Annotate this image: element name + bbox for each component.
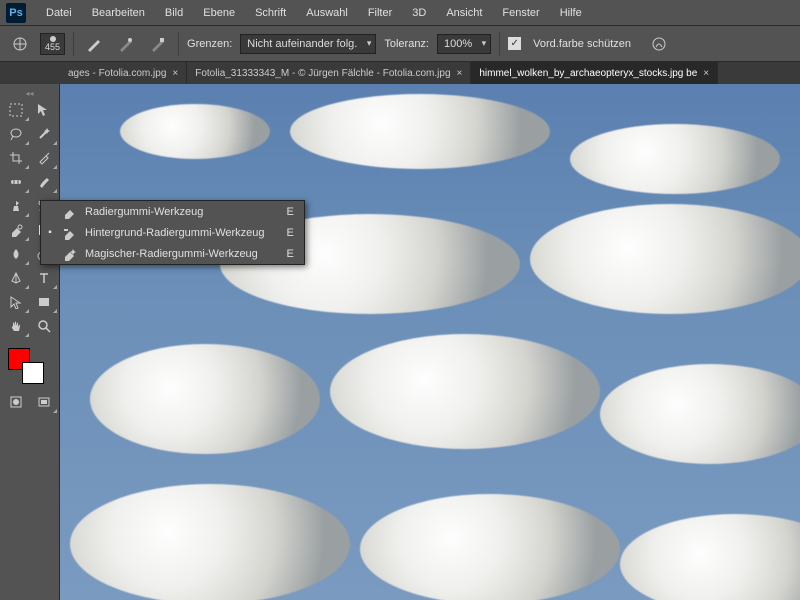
zoom-tool[interactable] — [30, 314, 58, 338]
flyout-label: Hintergrund-Radiergummi-Werkzeug — [85, 227, 265, 239]
magic-wand-tool[interactable] — [30, 122, 58, 146]
tab-label: Fotolia_31333343_M - © Jürgen Fälchle - … — [195, 68, 450, 79]
brush-size-value: 455 — [45, 42, 60, 52]
document-tab[interactable]: Fotolia_31333343_M - © Jürgen Fälchle - … — [187, 62, 471, 84]
sampling-once-icon[interactable] — [114, 32, 138, 56]
tab-label: himmel_wolken_by_archaeopteryx_stocks.jp… — [479, 68, 697, 79]
flyout-item-bg-eraser[interactable]: ▪ Hintergrund-Radiergummi-Werkzeug E — [41, 222, 304, 243]
menu-ebene[interactable]: Ebene — [193, 0, 245, 25]
quickmask-tool[interactable] — [2, 390, 30, 414]
marquee-tool[interactable] — [2, 98, 30, 122]
clone-stamp-tool[interactable] — [2, 194, 30, 218]
flyout-item-magic-eraser[interactable]: Magischer-Radiergummi-Werkzeug E — [41, 243, 304, 264]
workspace: ◂◂ — [0, 84, 800, 600]
separator — [73, 32, 74, 56]
menu-fenster[interactable]: Fenster — [492, 0, 549, 25]
flyout-label: Radiergummi-Werkzeug — [85, 206, 265, 218]
menu-bild[interactable]: Bild — [155, 0, 193, 25]
document-tab-bar: ages - Fotolia.com.jpg × Fotolia_3133334… — [0, 62, 800, 84]
move-tool[interactable] — [30, 98, 58, 122]
toleranz-label: Toleranz: — [384, 38, 429, 50]
close-icon[interactable]: × — [172, 68, 178, 79]
toolbox: ◂◂ — [0, 84, 60, 600]
type-tool[interactable] — [30, 266, 58, 290]
eraser-icon — [61, 205, 77, 219]
flyout-shortcut: E — [287, 227, 294, 239]
menu-datei[interactable]: Datei — [36, 0, 82, 25]
background-swatch[interactable] — [22, 362, 44, 384]
magic-eraser-icon — [61, 247, 77, 261]
brush-size-picker[interactable]: 455 — [40, 33, 65, 55]
toleranz-dropdown[interactable]: 100% — [437, 34, 491, 54]
menu-bar: Ps Datei Bearbeiten Bild Ebene Schrift A… — [0, 0, 800, 26]
flyout-label: Magischer-Radiergummi-Werkzeug — [85, 248, 265, 260]
tab-label: ages - Fotolia.com.jpg — [68, 68, 166, 79]
eraser-tool-flyout: Radiergummi-Werkzeug E ▪ Hintergrund-Rad… — [40, 200, 305, 265]
flyout-shortcut: E — [287, 248, 294, 260]
pressure-icon[interactable] — [647, 32, 671, 56]
eyedropper-tool[interactable] — [30, 146, 58, 170]
blur-tool[interactable] — [2, 242, 30, 266]
document-tab[interactable]: himmel_wolken_by_archaeopteryx_stocks.jp… — [471, 62, 718, 84]
flyout-item-eraser[interactable]: Radiergummi-Werkzeug E — [41, 201, 304, 222]
lasso-tool[interactable] — [2, 122, 30, 146]
menu-3d[interactable]: 3D — [402, 0, 436, 25]
sampling-swatch-icon[interactable] — [146, 32, 170, 56]
protect-fg-checkbox[interactable]: ✓ — [508, 37, 521, 50]
brush-tool[interactable] — [30, 170, 58, 194]
menu-hilfe[interactable]: Hilfe — [550, 0, 592, 25]
menu-bearbeiten[interactable]: Bearbeiten — [82, 0, 155, 25]
grenzen-dropdown[interactable]: Nicht aufeinander folg. — [240, 34, 376, 54]
rectangle-tool[interactable] — [30, 290, 58, 314]
menu-auswahl[interactable]: Auswahl — [296, 0, 358, 25]
pen-tool[interactable] — [2, 266, 30, 290]
options-bar: 455 Grenzen: Nicht aufeinander folg. Tol… — [0, 26, 800, 62]
close-icon[interactable]: × — [457, 68, 463, 79]
close-icon[interactable]: × — [703, 68, 709, 79]
protect-fg-label: Vord.farbe schützen — [533, 38, 631, 50]
crop-tool[interactable] — [2, 146, 30, 170]
menu-filter[interactable]: Filter — [358, 0, 402, 25]
screenmode-tool[interactable] — [30, 390, 58, 414]
separator — [499, 32, 500, 56]
path-selection-tool[interactable] — [2, 290, 30, 314]
color-swatches[interactable] — [2, 344, 57, 390]
menu-ansicht[interactable]: Ansicht — [436, 0, 492, 25]
toleranz-value: 100% — [444, 38, 472, 50]
bg-eraser-icon — [61, 226, 77, 240]
document-tab[interactable]: ages - Fotolia.com.jpg × — [60, 62, 187, 84]
grenzen-label: Grenzen: — [187, 38, 232, 50]
sky-image — [60, 84, 800, 600]
canvas[interactable] — [60, 84, 800, 600]
sampling-continuous-icon[interactable] — [82, 32, 106, 56]
hand-tool[interactable] — [2, 314, 30, 338]
app-logo: Ps — [6, 3, 26, 23]
selected-dot-icon: ▪ — [47, 227, 53, 238]
menu-schrift[interactable]: Schrift — [245, 0, 296, 25]
tool-preset-icon[interactable] — [8, 32, 32, 56]
toolbox-handle-icon[interactable]: ◂◂ — [2, 88, 57, 98]
eraser-tool[interactable] — [2, 218, 30, 242]
flyout-shortcut: E — [287, 206, 294, 218]
healing-brush-tool[interactable] — [2, 170, 30, 194]
grenzen-value: Nicht aufeinander folg. — [247, 38, 357, 50]
separator — [178, 32, 179, 56]
